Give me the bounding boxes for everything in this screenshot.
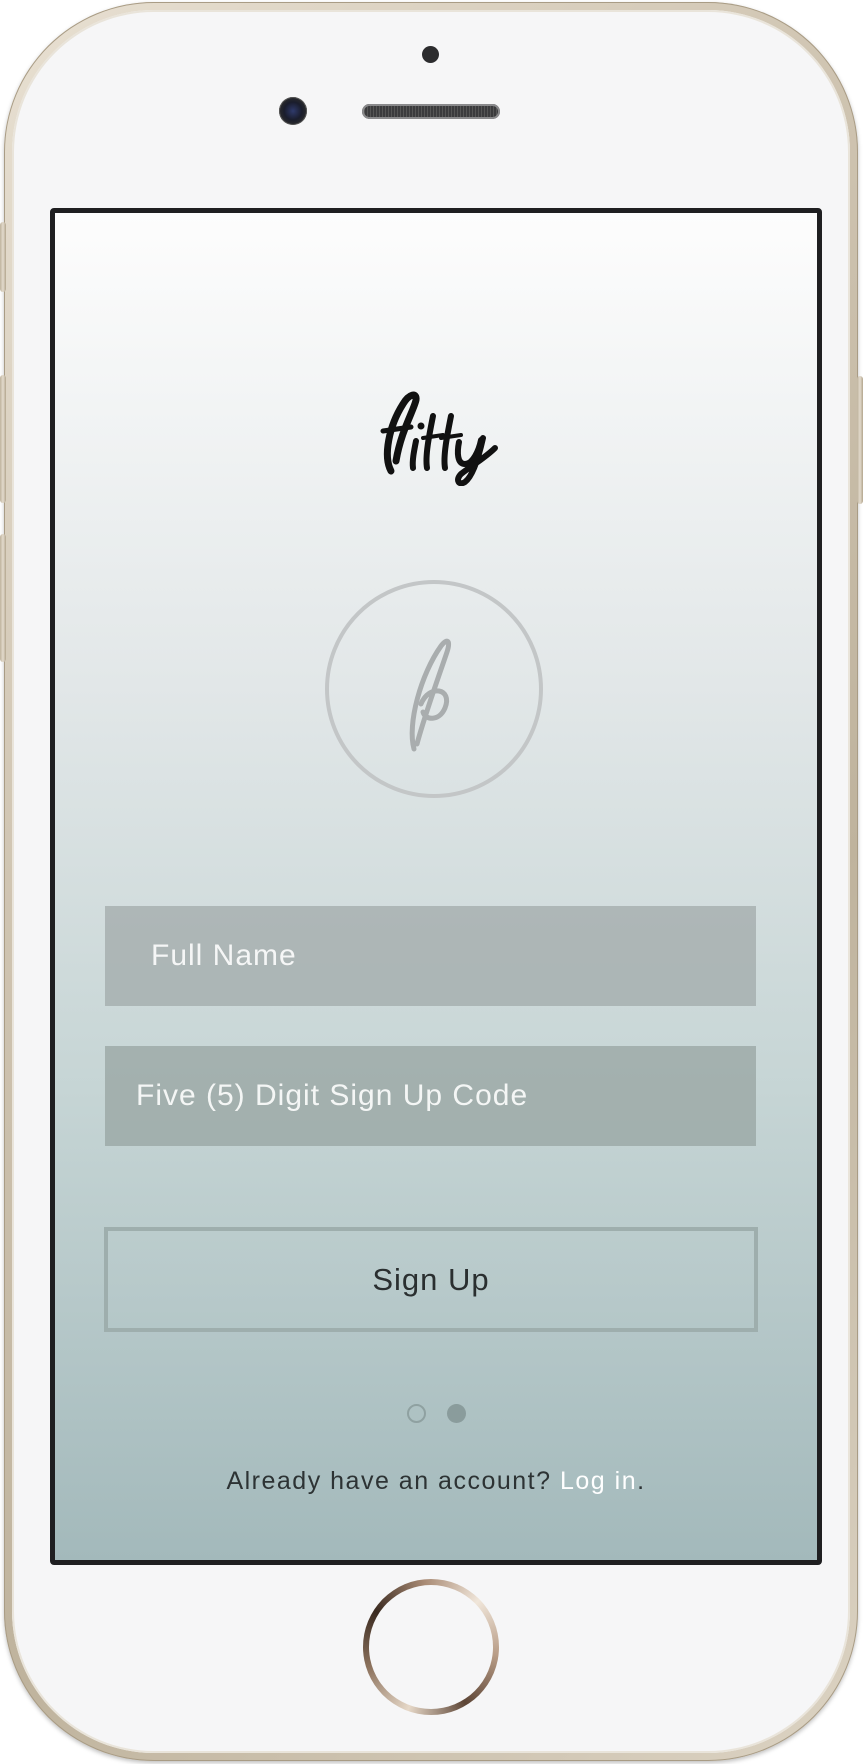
page-dot-1[interactable]	[406, 1404, 426, 1423]
volume-down-button	[0, 534, 6, 662]
circle-f-monogram-icon	[325, 580, 543, 798]
device-mockup: Sign Up Already have an account? Log in.	[0, 0, 863, 1764]
badge-letter-glyph	[409, 638, 452, 752]
brand-logo	[55, 381, 817, 491]
volume-up-button	[0, 375, 6, 503]
mute-switch	[0, 222, 6, 292]
sign-up-button[interactable]: Sign Up	[104, 1227, 758, 1332]
login-prompt: Already have an account? Log in.	[55, 1467, 817, 1496]
full-name-input[interactable]	[105, 906, 756, 1006]
page-indicator	[55, 1404, 817, 1423]
app-screen: Sign Up Already have an account? Log in.	[50, 208, 822, 1565]
fitty-script-wordmark	[380, 391, 498, 486]
login-prompt-text: Already have an account?	[226, 1467, 560, 1495]
signup-code-input[interactable]	[105, 1046, 756, 1146]
front-camera	[279, 97, 307, 125]
login-prompt-period: .	[637, 1467, 646, 1495]
signup-view: Sign Up Already have an account? Log in.	[55, 213, 817, 1560]
earpiece-speaker	[362, 104, 500, 119]
page-dot-2-active[interactable]	[446, 1404, 466, 1423]
proximity-sensor	[422, 46, 439, 63]
log-in-link[interactable]: Log in	[560, 1467, 637, 1495]
home-button[interactable]	[363, 1579, 499, 1715]
power-button	[857, 376, 863, 504]
